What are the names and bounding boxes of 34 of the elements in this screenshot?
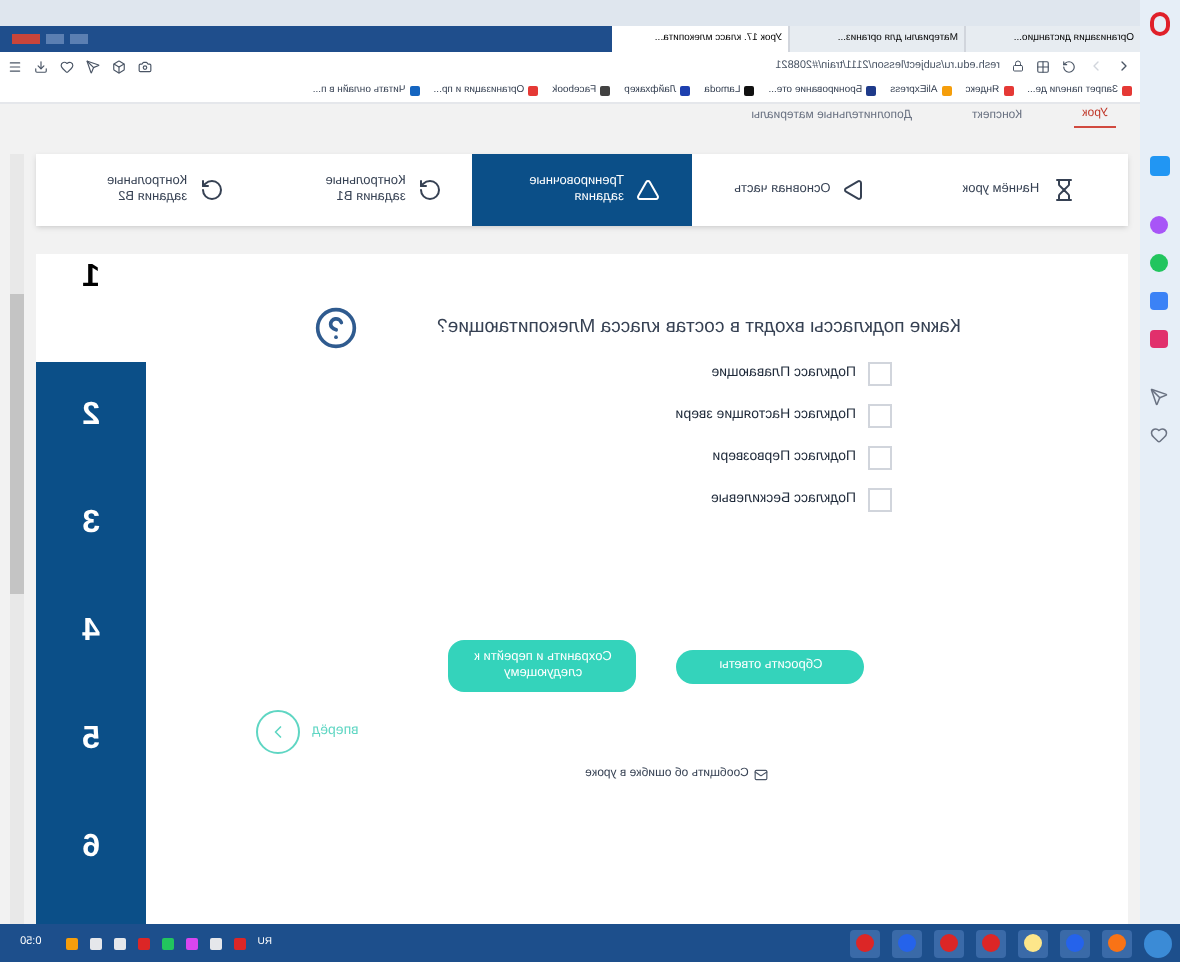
reload-icon[interactable] xyxy=(1062,59,1076,73)
pyramid-icon xyxy=(636,178,661,202)
taskbar-app-icon[interactable] xyxy=(1102,929,1132,957)
task-number[interactable]: 4 xyxy=(36,578,146,686)
download-icon[interactable] xyxy=(34,59,48,73)
play-icon xyxy=(842,178,867,202)
mail-icon xyxy=(754,768,769,782)
grid-icon[interactable] xyxy=(1036,59,1050,73)
answer-checkbox[interactable] xyxy=(868,362,892,386)
task-number[interactable]: 6 xyxy=(36,794,146,902)
task-number[interactable]: 1 xyxy=(36,254,146,362)
task-number[interactable]: 2 xyxy=(36,362,146,470)
cube-icon[interactable] xyxy=(112,59,126,73)
menu-icon[interactable] xyxy=(8,59,22,73)
start-button[interactable] xyxy=(1144,929,1172,957)
taskbar-app-icon[interactable] xyxy=(1018,929,1048,957)
heart-icon[interactable] xyxy=(1151,426,1169,444)
answer-checkbox[interactable] xyxy=(868,446,892,470)
heart-icon[interactable] xyxy=(60,59,74,73)
back-icon[interactable] xyxy=(1116,58,1132,74)
camera-icon[interactable] xyxy=(138,59,152,73)
question-text: Какие подклассы входят в состав класса Млекопитающие? xyxy=(437,313,961,342)
help-icon[interactable] xyxy=(313,306,358,350)
task-number[interactable]: 3 xyxy=(36,470,146,578)
send-icon[interactable] xyxy=(86,59,100,73)
opera-logo-icon xyxy=(1150,12,1170,36)
answer-checkbox[interactable] xyxy=(868,488,892,512)
task-number[interactable]: 5 xyxy=(36,686,146,794)
lock-icon xyxy=(1012,60,1024,72)
answer-checkbox[interactable] xyxy=(868,404,892,428)
scrollbar[interactable] xyxy=(10,154,24,924)
timer-icon xyxy=(417,178,442,202)
send-icon[interactable] xyxy=(1151,388,1169,406)
timer-icon xyxy=(199,178,224,202)
